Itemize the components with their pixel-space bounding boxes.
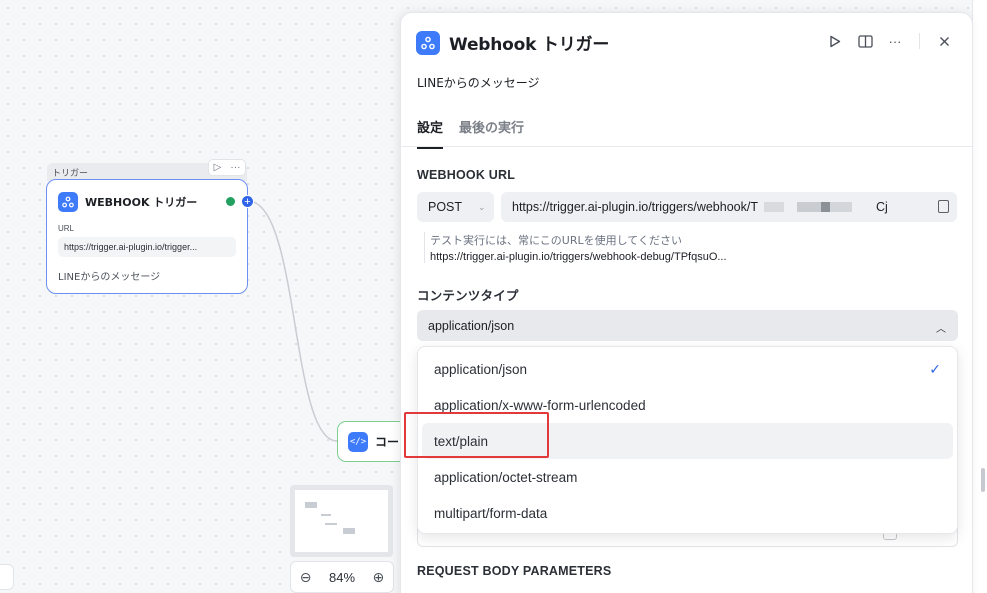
option-multipart-form-data[interactable]: multipart/form-data [422,495,953,531]
option-form-urlencoded[interactable]: application/x-www-form-urlencoded [422,387,953,423]
close-icon[interactable] [936,33,952,49]
option-application-json[interactable]: application/json ✓ [422,351,953,387]
zoom-in-icon[interactable]: ⊕ [373,569,385,586]
node-url-label: URL [58,224,75,233]
webhook-trigger-node[interactable]: WEBHOOK トリガー + URL https://trigger.ai-pl… [46,179,254,294]
redacted-url-segment [763,202,874,212]
clipboard-icon[interactable] [938,200,949,213]
option-text-plain[interactable]: text/plain [422,423,953,459]
tab-settings[interactable]: 設定 [417,117,444,149]
tab-last-run[interactable]: 最後の実行 [459,117,524,149]
node-url-value: https://trigger.ai-plugin.io/trigger... [58,237,236,257]
zoom-level: 84% [328,569,356,585]
chevron-down-icon: ⌄ [478,201,486,212]
webhook-url-label: WEBHOOK URL [417,168,516,182]
add-node-icon[interactable]: + [241,195,254,208]
play-icon[interactable]: ▷ [214,162,222,173]
webhook-url-field[interactable]: https://trigger.ai-plugin.io/triggers/we… [501,192,957,222]
webhook-icon [416,30,440,55]
webhook-url-tail: Cj [875,200,888,214]
right-scrollbar[interactable] [972,0,987,593]
zoom-controls: ⊖ 84% ⊕ [290,561,394,593]
run-icon[interactable] [827,33,843,49]
code-icon: </> [348,431,368,452]
test-url-hint-text: テスト実行には、常にこのURLを使用してください [430,234,682,247]
node-settings-panel: Webhook トリガー ··· LINEからのメッセージ 設定 最後の実行 W… [400,12,973,593]
content-type-label: コンテンツタイプ [417,288,519,303]
debug-url: https://trigger.ai-plugin.io/triggers/we… [430,251,727,263]
chevron-up-icon: ︿ [936,324,946,335]
panel-title: Webhook トリガー [449,35,610,55]
more-icon[interactable]: ··· [887,33,903,49]
panel-tabs: 設定 最後の実行 [417,117,524,149]
minimap[interactable] [290,485,393,557]
canvas-control-button[interactable] [0,564,14,590]
content-type-select[interactable]: application/json ︿ [417,310,958,341]
webhook-icon [58,192,78,212]
request-body-label: REQUEST BODY PARAMETERS [417,564,612,578]
panel-description: LINEからのメッセージ [417,76,540,90]
more-icon[interactable]: ··· [230,162,240,173]
test-url-hint: テスト実行には、常にこのURLを使用してください https://trigger… [424,232,727,263]
check-icon: ✓ [929,361,941,377]
code-node-title: コー [375,435,400,449]
code-node[interactable]: </> コー [337,421,407,462]
content-type-value: application/json [428,318,515,333]
http-method-value: POST [428,200,463,214]
node-toolbar: ▷ ··· [208,159,246,176]
zoom-out-icon[interactable]: ⊖ [300,569,312,586]
webhook-url-value: https://trigger.ai-plugin.io/triggers/we… [512,200,758,214]
node-title: WEBHOOK トリガー [85,196,198,209]
docs-icon[interactable] [857,33,873,49]
http-method-select[interactable]: POST ⌄ [417,192,494,222]
status-ok-icon [226,197,235,206]
option-octet-stream[interactable]: application/octet-stream [422,459,953,495]
node-description: LINEからのメッセージ [58,272,161,283]
content-type-dropdown: application/json ✓ application/x-www-for… [417,346,958,534]
